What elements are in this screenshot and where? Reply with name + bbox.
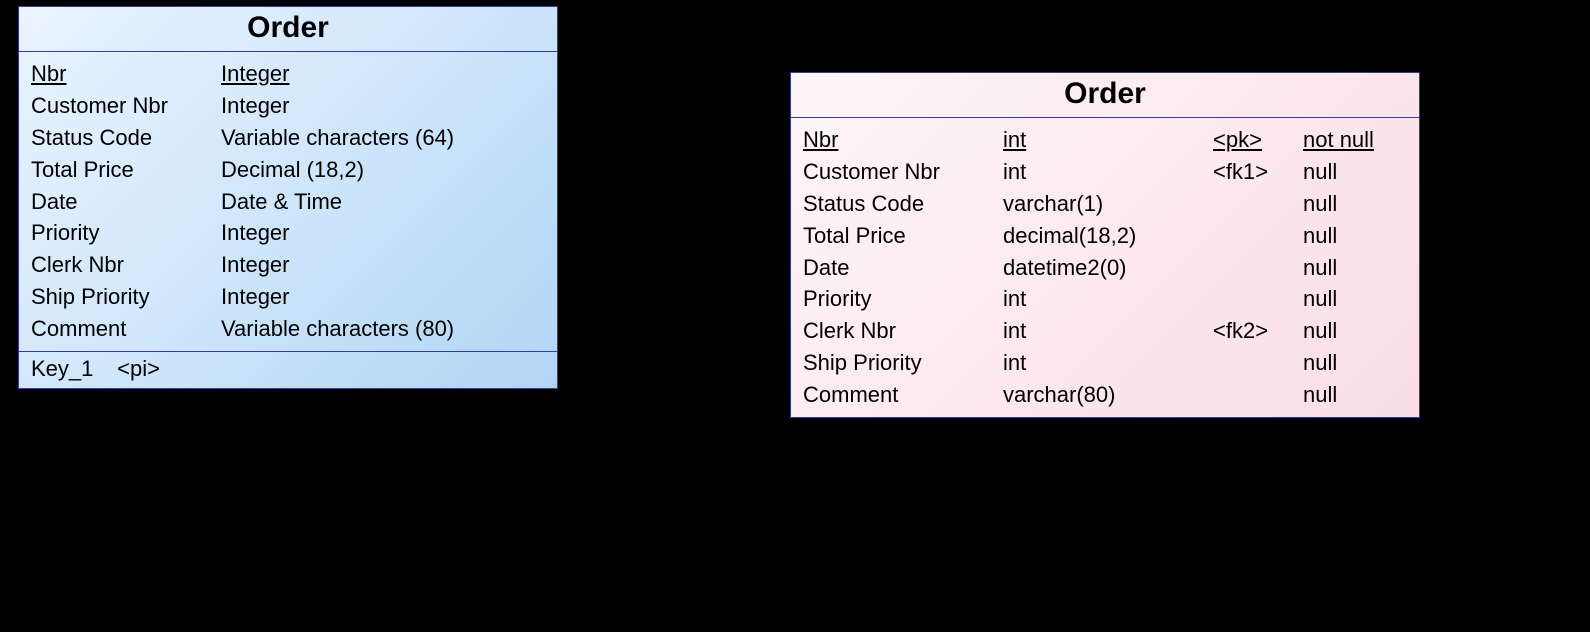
column-name: Nbr bbox=[31, 58, 221, 90]
column-key bbox=[1213, 220, 1303, 252]
column-key: <fk1> bbox=[1213, 156, 1303, 188]
column-key bbox=[1213, 283, 1303, 315]
column-name: Status Code bbox=[31, 122, 221, 154]
entity-columns: Nbr Integer Customer Nbr Integer Status … bbox=[19, 52, 557, 351]
entity-order-physical: Order Nbr int <pk> not null Customer Nbr… bbox=[790, 72, 1420, 418]
column-row: Nbr int <pk> not null bbox=[803, 124, 1407, 156]
column-name: Customer Nbr bbox=[31, 90, 221, 122]
column-type: Integer bbox=[221, 281, 545, 313]
column-type: int bbox=[1003, 283, 1213, 315]
column-row: Priority Integer bbox=[31, 217, 545, 249]
column-null: null bbox=[1303, 220, 1407, 252]
column-name: Total Price bbox=[803, 220, 1003, 252]
column-key: <fk2> bbox=[1213, 315, 1303, 347]
column-null: not null bbox=[1303, 124, 1407, 156]
column-null: null bbox=[1303, 283, 1407, 315]
column-row: Ship Priority int null bbox=[803, 347, 1407, 379]
column-row: Priority int null bbox=[803, 283, 1407, 315]
column-key: <pk> bbox=[1213, 124, 1303, 156]
column-name: Ship Priority bbox=[31, 281, 221, 313]
column-key bbox=[1213, 252, 1303, 284]
column-null: null bbox=[1303, 315, 1407, 347]
column-name: Clerk Nbr bbox=[31, 249, 221, 281]
entity-keys: Key_1 <pi> bbox=[19, 351, 557, 388]
column-null: null bbox=[1303, 188, 1407, 220]
column-name: Total Price bbox=[31, 154, 221, 186]
column-row: Customer Nbr Integer bbox=[31, 90, 545, 122]
entity-title: Order bbox=[791, 73, 1419, 118]
entity-order-conceptual: Order Nbr Integer Customer Nbr Integer S… bbox=[18, 6, 558, 389]
column-key bbox=[1213, 379, 1303, 411]
column-row: Status Code varchar(1) null bbox=[803, 188, 1407, 220]
column-row: Comment varchar(80) null bbox=[803, 379, 1407, 411]
column-type: varchar(1) bbox=[1003, 188, 1213, 220]
column-key bbox=[1213, 347, 1303, 379]
column-type: Variable characters (80) bbox=[221, 313, 545, 345]
column-name: Ship Priority bbox=[803, 347, 1003, 379]
column-row: Total Price Decimal (18,2) bbox=[31, 154, 545, 186]
column-row: Date datetime2(0) null bbox=[803, 252, 1407, 284]
column-row: Total Price decimal(18,2) null bbox=[803, 220, 1407, 252]
column-type: int bbox=[1003, 315, 1213, 347]
column-row: Status Code Variable characters (64) bbox=[31, 122, 545, 154]
key-tag: <pi> bbox=[117, 356, 160, 381]
column-row: Clerk Nbr Integer bbox=[31, 249, 545, 281]
column-name: Clerk Nbr bbox=[803, 315, 1003, 347]
column-name: Comment bbox=[31, 313, 221, 345]
column-row: Clerk Nbr int <fk2> null bbox=[803, 315, 1407, 347]
column-type: Integer bbox=[221, 58, 545, 90]
column-type: decimal(18,2) bbox=[1003, 220, 1213, 252]
key-name: Key_1 bbox=[31, 356, 111, 382]
column-null: null bbox=[1303, 252, 1407, 284]
column-type: datetime2(0) bbox=[1003, 252, 1213, 284]
column-row: Customer Nbr int <fk1> null bbox=[803, 156, 1407, 188]
column-name: Customer Nbr bbox=[803, 156, 1003, 188]
column-type: int bbox=[1003, 156, 1213, 188]
column-type: varchar(80) bbox=[1003, 379, 1213, 411]
column-row: Ship Priority Integer bbox=[31, 281, 545, 313]
entity-columns: Nbr int <pk> not null Customer Nbr int <… bbox=[791, 118, 1419, 417]
column-null: null bbox=[1303, 156, 1407, 188]
column-name: Nbr bbox=[803, 124, 1003, 156]
entity-title: Order bbox=[19, 7, 557, 52]
column-type: Variable characters (64) bbox=[221, 122, 545, 154]
column-key bbox=[1213, 188, 1303, 220]
column-row: Nbr Integer bbox=[31, 58, 545, 90]
column-name: Priority bbox=[31, 217, 221, 249]
column-type: int bbox=[1003, 347, 1213, 379]
column-type: Decimal (18,2) bbox=[221, 154, 545, 186]
column-type: Integer bbox=[221, 249, 545, 281]
column-type: Integer bbox=[221, 90, 545, 122]
column-type: int bbox=[1003, 124, 1213, 156]
column-name: Priority bbox=[803, 283, 1003, 315]
column-name: Status Code bbox=[803, 188, 1003, 220]
column-name: Date bbox=[31, 186, 221, 218]
column-null: null bbox=[1303, 347, 1407, 379]
column-type: Date & Time bbox=[221, 186, 545, 218]
column-name: Date bbox=[803, 252, 1003, 284]
column-type: Integer bbox=[221, 217, 545, 249]
column-name: Comment bbox=[803, 379, 1003, 411]
column-row: Date Date & Time bbox=[31, 186, 545, 218]
column-null: null bbox=[1303, 379, 1407, 411]
column-row: Comment Variable characters (80) bbox=[31, 313, 545, 345]
